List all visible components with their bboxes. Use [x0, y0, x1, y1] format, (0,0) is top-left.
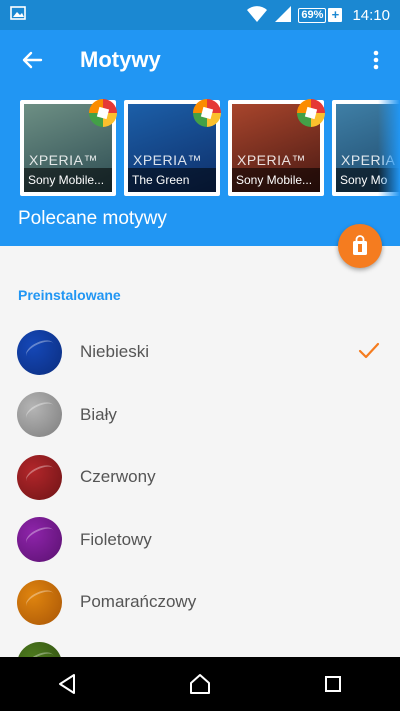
- theme-label: Biały: [80, 404, 117, 424]
- nav-back-button[interactable]: [37, 657, 97, 711]
- nav-home-button[interactable]: [170, 657, 230, 711]
- featured-themes-panel: XPERIA™ Sony Mobile... XPERIA™ The Green XPE…: [0, 90, 400, 246]
- card-brand: XPERIA™: [29, 152, 98, 168]
- theme-badge-icon: [89, 99, 117, 127]
- recents-square-icon: [325, 676, 342, 692]
- featured-theme-card[interactable]: XPERIA™ The Green: [124, 99, 221, 196]
- status-bar: 69% + 14:10: [0, 0, 400, 30]
- home-icon: [189, 674, 210, 694]
- theme-badge-icon: [297, 99, 325, 127]
- theme-label: Fioletowy: [80, 529, 152, 549]
- theme-list-item[interactable]: Biały: [0, 384, 400, 447]
- card-caption: The Green: [128, 168, 216, 192]
- theme-color-swatch: [17, 392, 62, 438]
- theme-store-button[interactable]: [338, 224, 382, 268]
- theme-color-swatch: [17, 517, 62, 563]
- theme-list-item[interactable]: Pomarańczowy: [0, 571, 400, 634]
- theme-list-item[interactable]: Niebieski: [0, 321, 400, 384]
- battery-level: 69%: [298, 7, 327, 23]
- check-icon: [358, 342, 380, 359]
- arrow-back-icon: [22, 51, 43, 69]
- card-brand: XPERIA™: [237, 152, 306, 168]
- card-brand: XPERIA™: [133, 152, 202, 168]
- theme-list: Niebieski Biały Czerwony Fioletowy Pomarańcz…: [0, 321, 400, 696]
- theme-list-item[interactable]: Czerwony: [0, 446, 400, 509]
- wifi-icon: [246, 5, 268, 26]
- theme-label: Pomarańczowy: [80, 592, 197, 612]
- shopping-bag-icon: [353, 235, 367, 255]
- featured-theme-card[interactable]: XPERIA™ Sony Mobile...: [228, 99, 325, 196]
- gallery-notification-icon: [10, 5, 26, 26]
- overflow-menu-button[interactable]: [352, 30, 400, 90]
- page-title: Motywy: [80, 47, 161, 72]
- card-caption: Sony Mobile...: [24, 168, 112, 192]
- app-bar: Motywy: [0, 30, 400, 90]
- back-button[interactable]: [0, 30, 64, 90]
- theme-color-swatch: [17, 329, 62, 375]
- theme-badge-icon: [193, 99, 221, 127]
- theme-label: Czerwony: [80, 467, 156, 487]
- back-triangle-icon: [58, 674, 75, 694]
- navigation-bar: [0, 657, 400, 711]
- theme-color-swatch: [17, 579, 62, 625]
- featured-theme-card[interactable]: XPERIA™ Sony Mobile...: [20, 99, 117, 196]
- theme-color-swatch: [17, 454, 62, 500]
- preinstalled-section-header: Preinstalowane: [18, 287, 121, 303]
- card-caption: Sony Mobile...: [232, 168, 320, 192]
- featured-themes-title[interactable]: Polecane motywy: [18, 208, 167, 230]
- theme-list-item[interactable]: Fioletowy: [0, 509, 400, 572]
- more-vert-icon: [373, 50, 379, 70]
- charging-icon: +: [328, 8, 343, 22]
- nav-recents-button[interactable]: [303, 657, 363, 711]
- signal-icon: [274, 5, 292, 26]
- theme-label: Niebieski: [80, 342, 149, 362]
- scroll-fade: [378, 90, 400, 200]
- clock: 14:10: [352, 6, 390, 24]
- battery-indicator: 69% +: [298, 7, 343, 23]
